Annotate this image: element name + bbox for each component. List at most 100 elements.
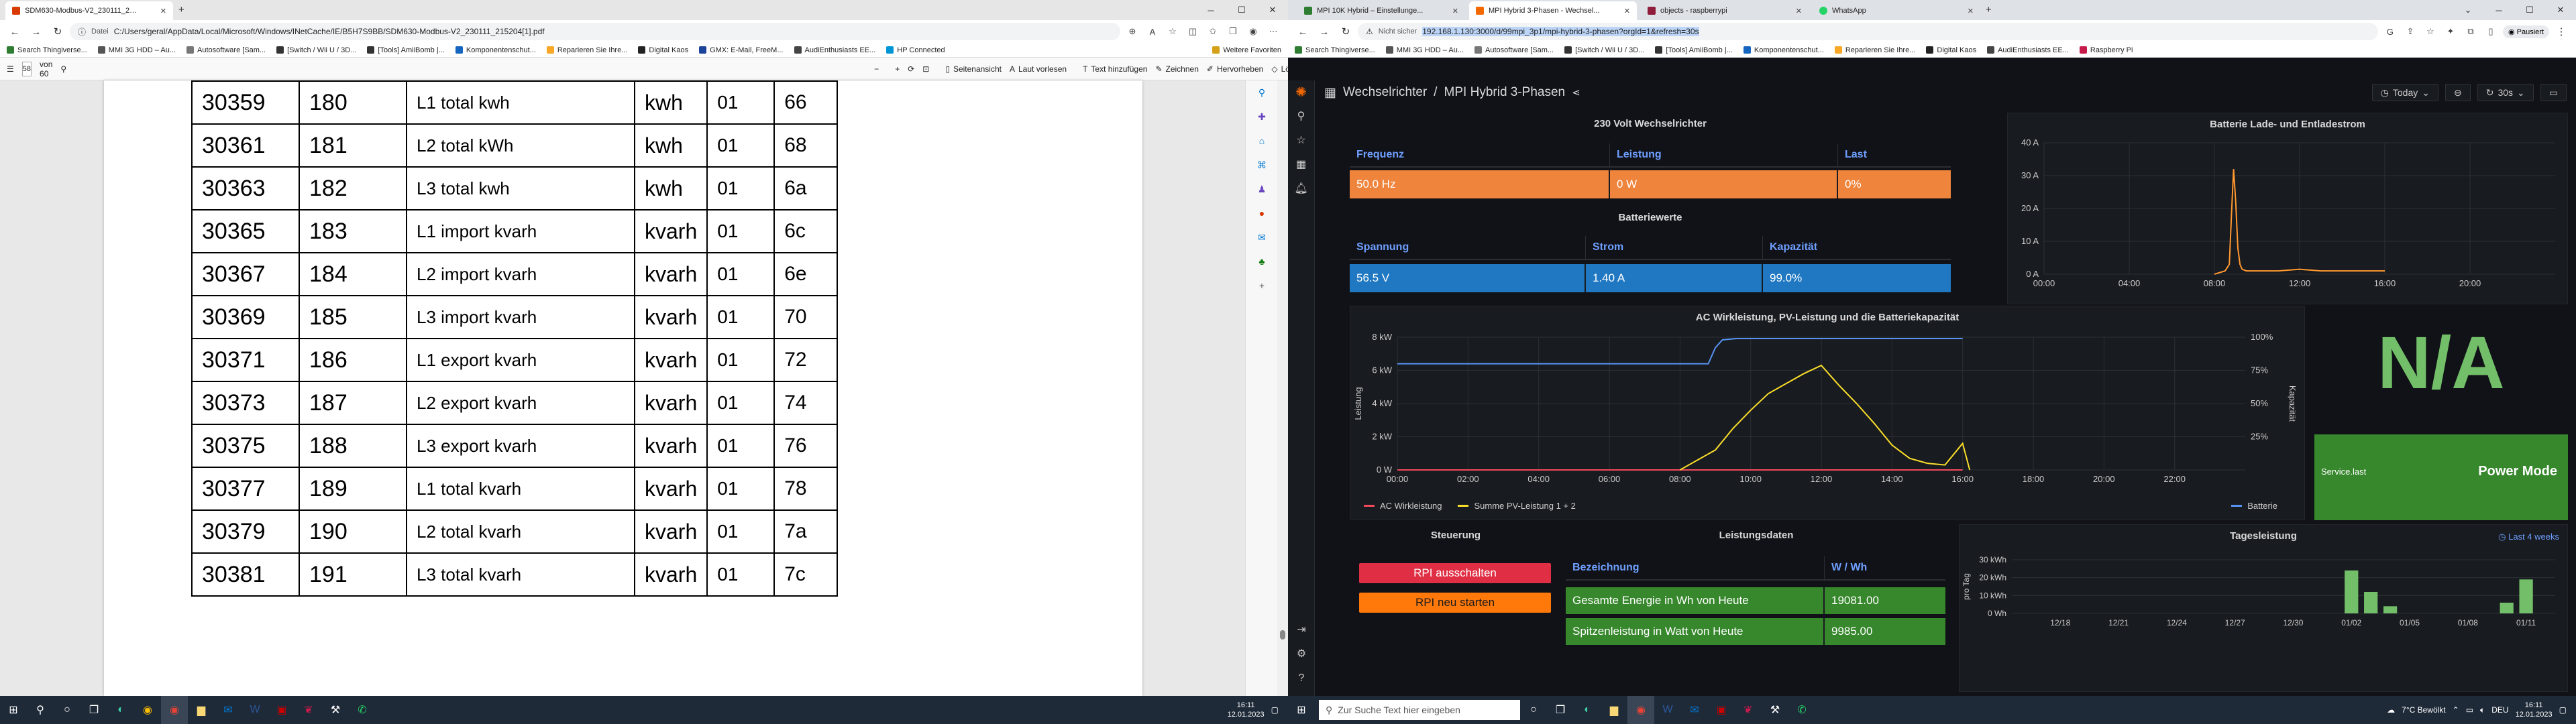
close-tab-icon[interactable]: ✕ [160, 7, 166, 15]
google-icon[interactable]: G [2381, 22, 2400, 41]
maximize-icon[interactable]: ☐ [1226, 0, 1257, 20]
back-icon[interactable]: ← [5, 22, 24, 41]
signin-icon[interactable]: ⇥ [1288, 618, 1315, 642]
add-text-button[interactable]: T Text hinzufügen [1083, 64, 1147, 74]
tab-search-icon[interactable]: ⌄ [2453, 0, 2483, 20]
forward-icon[interactable]: → [1315, 22, 1334, 41]
bookmark-item[interactable]: [Switch / Wii U / 3D... [276, 46, 356, 54]
tab-grafana[interactable]: MPI Hybrid 3-Phasen - Wechsel... ✕ [1469, 1, 1637, 20]
volume-icon[interactable]: 🔈︎ [2480, 705, 2485, 715]
bookmark-item[interactable]: MMI 3G HDD – Au... [97, 46, 176, 54]
utility-icon[interactable]: ⚒ [322, 696, 349, 724]
reload-icon[interactable]: ↻ [48, 22, 67, 41]
left-clock[interactable]: 16:11 12.01.2023 [1228, 701, 1265, 719]
taskbar-search[interactable]: ⚲ Zur Suche Text hier eingeben [1319, 700, 1520, 720]
close-tab-icon[interactable]: ✕ [1452, 7, 1458, 15]
tv-mode-button[interactable]: ▭ [2540, 84, 2567, 101]
bookmark-item[interactable]: Search Thingiverse... [1295, 46, 1375, 54]
legend-pv[interactable]: Summe PV-Leistung 1 + 2 [1458, 501, 1576, 511]
address-url[interactable]: C:/Users/geral/AppData/Local/Microsoft/W… [114, 27, 545, 36]
dashboards-icon[interactable]: ▦ [1288, 153, 1314, 177]
favorite-star-icon[interactable]: ☆ [1163, 22, 1182, 41]
minimize-icon[interactable]: ─ [2483, 0, 2514, 20]
add-icon[interactable]: + [1246, 274, 1278, 298]
contents-icon[interactable]: ☰ [7, 64, 14, 74]
windows-start-icon[interactable]: ⊞ [1288, 696, 1315, 724]
gear-icon[interactable]: ⚙ [1288, 642, 1315, 666]
whatsapp-icon[interactable]: ✆ [349, 696, 376, 724]
page-view-button[interactable]: ▯ Seitenansicht [945, 64, 1002, 74]
time-shift-info[interactable]: ◷ Last 4 weeks [2498, 532, 2559, 542]
rpi-shutdown-button[interactable]: RPI ausschalten [1359, 563, 1551, 583]
bookmark-item[interactable]: Digital Kaos [1926, 46, 1976, 54]
power-chart[interactable]: 0 W 2 kW 4 kW 6 kW 8 kW 00:00 02:00 04:00 06:00 0… [1350, 329, 2306, 497]
header-value[interactable]: W / Wh [1825, 556, 1945, 579]
read-aloud-button[interactable]: A Laut vorlesen [1010, 64, 1067, 74]
breadcrumb-dashboard[interactable]: MPI Hybrid 3-Phasen [1444, 85, 1566, 100]
word-icon[interactable]: W [1654, 696, 1681, 724]
battery-current-chart[interactable]: 0 A 10 A 20 A 30 A 40 A 00:00 04:00 08:00 12:00 1… [2008, 133, 2569, 301]
weather-text[interactable]: 7°C Bewölkt [2402, 705, 2446, 715]
reload-icon[interactable]: ↻ [1336, 22, 1355, 41]
zoom-out-icon[interactable]: − [874, 64, 879, 74]
more-icon[interactable]: ⋯ [1264, 22, 1283, 41]
pdf-search-icon[interactable]: ⚲ [60, 64, 66, 74]
profile-icon[interactable]: ◉ [1244, 22, 1263, 41]
daily-yield-chart[interactable]: pro Tag 0 Wh 10 kWh 20 kWh 30 kWh 12/18 12/21 1… [1960, 556, 2569, 629]
bookmark-item[interactable]: AudiEnthusiasts EE... [794, 46, 875, 54]
breadcrumb-folder[interactable]: Wechselrichter [1343, 85, 1427, 100]
header-current[interactable]: Strom [1586, 236, 1763, 259]
right-clock[interactable]: 16:11 12.01.2023 [2516, 701, 2553, 719]
bookmark-item[interactable]: Reparieren Sie Ihre... [1834, 46, 1915, 54]
explorer-icon[interactable]: ▆ [188, 696, 215, 724]
rpi-restart-button[interactable]: RPI neu starten [1359, 593, 1551, 613]
puzzle-icon[interactable]: ⧉ [2461, 22, 2480, 41]
alerting-icon[interactable]: 🔔︎ [1288, 177, 1314, 201]
read-aloud-icon[interactable]: A [1143, 22, 1162, 41]
close-tab-icon[interactable]: ✕ [1968, 7, 1974, 15]
bookmark-item[interactable]: Raspberry Pi [2079, 46, 2133, 54]
close-tab-icon[interactable]: ✕ [1796, 7, 1802, 15]
chrome-icon[interactable]: ◉ [134, 696, 161, 724]
notification-icon[interactable]: ▢ [2559, 705, 2567, 715]
profile-paused-button[interactable]: ◉ Pausiert [2502, 25, 2549, 38]
close-window-icon[interactable]: ✕ [1257, 0, 1288, 20]
bookmark-star-icon[interactable]: ☆ [2421, 22, 2440, 41]
header-capacity[interactable]: Kapazität [1763, 236, 1951, 259]
rotate-icon[interactable]: ⟳ [908, 64, 914, 74]
draw-button[interactable]: ✎ Zeichnen [1155, 64, 1198, 74]
menu-icon[interactable]: ⋮ [2552, 22, 2571, 41]
fit-icon[interactable]: ⊡ [922, 64, 929, 74]
legend-battery[interactable]: Batterie [2231, 501, 2277, 511]
outlook-icon[interactable]: ✉ [1681, 696, 1708, 724]
chrome-active-icon[interactable]: ◉ [1627, 696, 1654, 724]
refresh-picker[interactable]: ↻ 30s ⌄ [2477, 84, 2534, 101]
tray-arrow-icon[interactable]: ⌃ [2453, 705, 2459, 715]
bookmark-item[interactable]: [Tools] AmiiBomb |... [1655, 46, 1733, 54]
pdf-scrollbar[interactable] [1277, 80, 1288, 696]
shopping-icon[interactable]: ⌂ [1246, 129, 1278, 153]
grafana-logo-icon[interactable]: ✺ [1288, 80, 1314, 105]
chrome-active-icon[interactable]: ◉ [161, 696, 188, 724]
zoom-in-icon[interactable]: + [895, 64, 900, 74]
tab-sdm630-pdf[interactable]: SDM630-Modbus-V2_230111_2… ✕ [5, 1, 173, 20]
outlook-icon[interactable]: ✉ [1246, 225, 1278, 249]
bookmark-item[interactable]: GMX: E-Mail, FreeM... [699, 46, 784, 54]
erase-button[interactable]: ◇ Löschen [1271, 64, 1288, 74]
tools-icon[interactable]: ⌘ [1246, 153, 1278, 177]
cortana-icon[interactable]: ○ [1520, 696, 1547, 724]
bookmark-item[interactable]: Komponentenschut... [1743, 46, 1824, 54]
favorites-icon[interactable]: ✩ [1203, 22, 1222, 41]
windows-start-icon[interactable]: ⊞ [0, 696, 27, 724]
extension-icon[interactable]: ✦ [2441, 22, 2460, 41]
word-icon[interactable]: W [241, 696, 268, 724]
app-icon[interactable]: ▣ [268, 696, 295, 724]
close-tab-icon[interactable]: ✕ [1624, 7, 1630, 15]
right-address-bar[interactable]: ⚠ Nicht sicher 192.168.1.130:3000/d/99mp… [1358, 23, 2378, 40]
new-tab-icon[interactable]: + [1986, 4, 1992, 15]
address-url[interactable]: 192.168.1.130:3000/d/99mpi_3p1/mpi-hybri… [1422, 27, 1699, 36]
zoom-out-button[interactable]: ⊖ [2445, 84, 2471, 101]
forward-icon[interactable]: → [27, 22, 46, 41]
share-icon[interactable]: ⋖ [1572, 86, 1580, 99]
utility-icon[interactable]: ⚒ [1762, 696, 1788, 724]
